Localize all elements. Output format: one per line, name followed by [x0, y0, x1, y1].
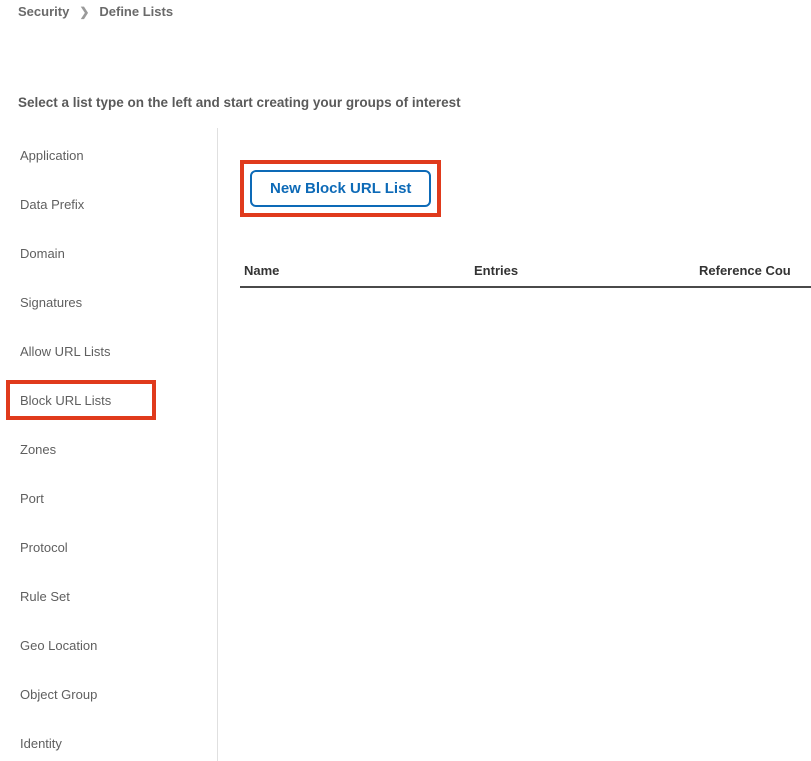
breadcrumb-define-lists[interactable]: Define Lists	[99, 4, 173, 19]
breadcrumb: Security ❯ Define Lists	[0, 0, 811, 19]
instruction-text: Select a list type on the left and start…	[0, 95, 811, 110]
highlight-box-button: New Block URL List	[240, 160, 441, 217]
sidebar-item-allow-url-lists[interactable]: Allow URL Lists	[0, 334, 217, 369]
sidebar-item-identity[interactable]: Identity	[0, 726, 217, 761]
table-header-row: Name Entries Reference Cou	[240, 263, 811, 288]
sidebar-item-domain[interactable]: Domain	[0, 236, 217, 271]
sidebar-item-zones[interactable]: Zones	[0, 432, 217, 467]
sidebar-item-data-prefix[interactable]: Data Prefix	[0, 187, 217, 222]
sidebar-item-object-group[interactable]: Object Group	[0, 677, 217, 712]
sidebar-item-geo-location[interactable]: Geo Location	[0, 628, 217, 663]
content-area: Application Data Prefix Domain Signature…	[0, 128, 811, 624]
sidebar-item-rule-set[interactable]: Rule Set	[0, 579, 217, 614]
sidebar-item-port[interactable]: Port	[0, 481, 217, 516]
sidebar-item-signatures[interactable]: Signatures	[0, 285, 217, 320]
sidebar-item-application[interactable]: Application	[0, 138, 217, 173]
chevron-right-icon: ❯	[79, 5, 89, 19]
table-header-reference-count[interactable]: Reference Cou	[699, 263, 807, 278]
table-header-entries[interactable]: Entries	[474, 263, 699, 278]
table-header-name[interactable]: Name	[244, 263, 474, 278]
main-panel: New Block URL List Name Entries Referenc…	[218, 128, 811, 624]
sidebar-item-protocol[interactable]: Protocol	[0, 530, 217, 565]
sidebar: Application Data Prefix Domain Signature…	[0, 128, 218, 761]
breadcrumb-security[interactable]: Security	[18, 4, 69, 19]
new-block-url-list-button[interactable]: New Block URL List	[250, 170, 431, 207]
sidebar-item-block-url-lists[interactable]: Block URL Lists	[0, 383, 217, 418]
